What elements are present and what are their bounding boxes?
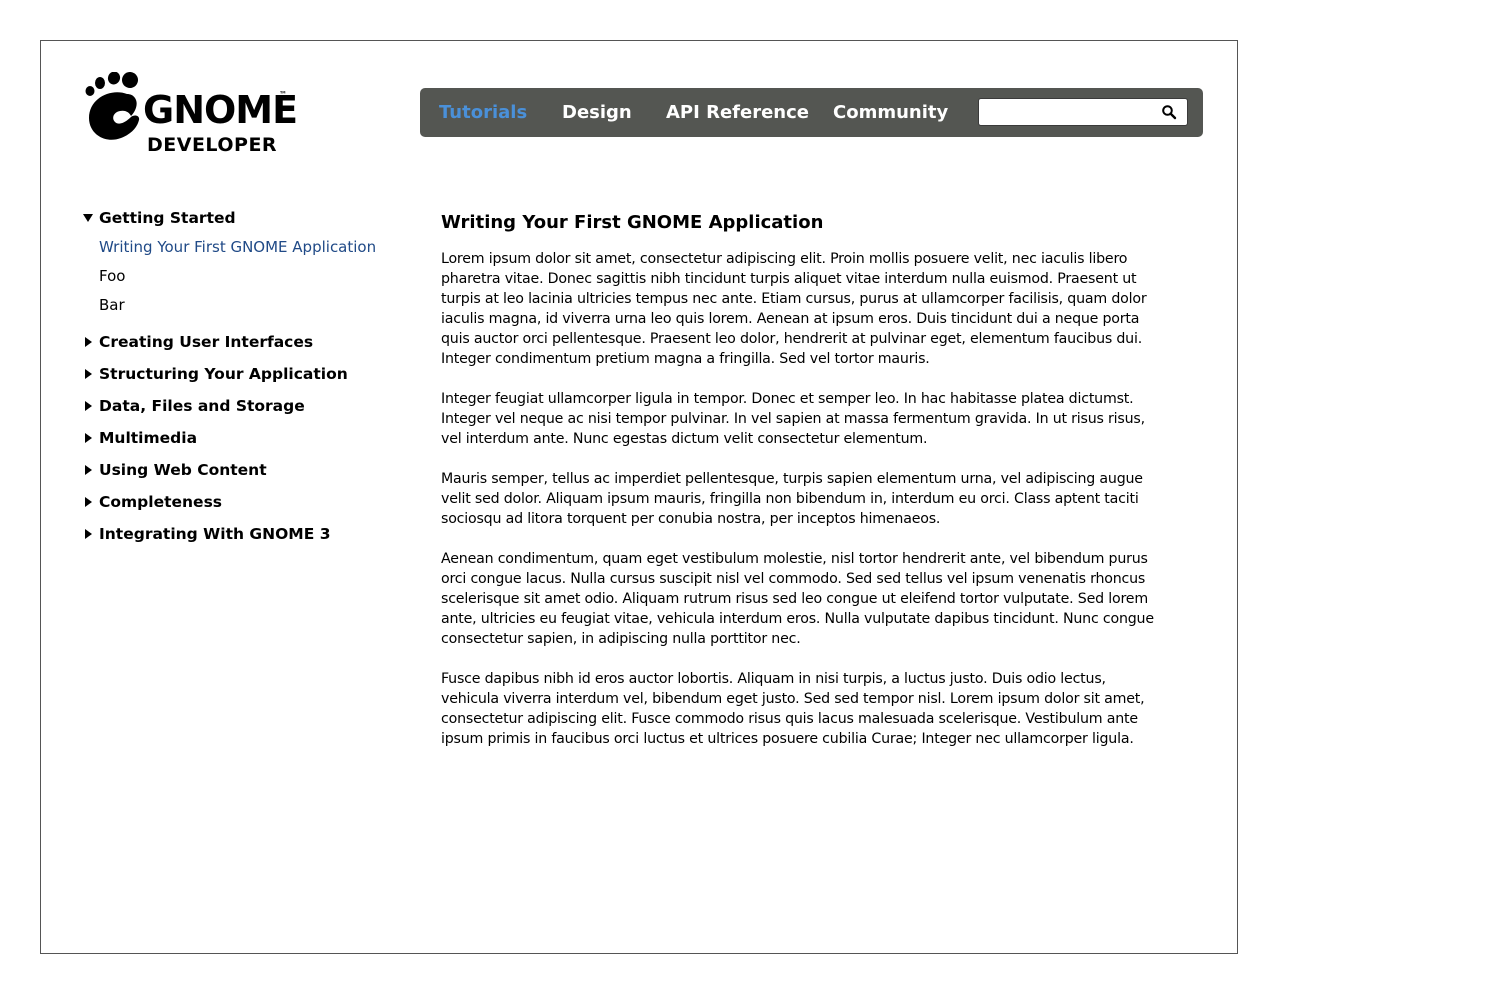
search-input[interactable]	[983, 101, 1153, 123]
logo-wordmark: GNOME	[143, 88, 298, 132]
logo-subtitle: DEVELOPER	[147, 134, 278, 156]
sidebar-section-label: Multimedia	[99, 429, 198, 447]
top-navigation-bar: Tutorials Design API Reference Community	[420, 88, 1203, 137]
paragraph: Lorem ipsum dolor sit amet, consectetur …	[441, 251, 1147, 367]
triangle-right-icon[interactable]	[82, 368, 94, 380]
triangle-right-icon[interactable]	[82, 496, 94, 508]
sidebar-item-foo[interactable]: Foo	[99, 265, 125, 287]
nav-community[interactable]: Community	[833, 88, 948, 137]
gnome-foot-icon	[85, 72, 140, 140]
search-icon[interactable]	[1161, 104, 1177, 120]
main-content: Writing Your First GNOME Application Lor…	[441, 210, 1166, 769]
paragraph: Mauris semper, tellus ac imperdiet pelle…	[441, 471, 1143, 527]
sidebar-section-label: Creating User Interfaces	[99, 333, 314, 351]
triangle-right-icon[interactable]	[82, 400, 94, 412]
sidebar-section-label: Using Web Content	[99, 461, 267, 479]
paragraph: Aenean condimentum, quam eget vestibulum…	[441, 551, 1154, 647]
page-title: Writing Your First GNOME Application	[441, 212, 824, 233]
nav-tutorials[interactable]: Tutorials	[439, 88, 527, 137]
sidebar-section-label: Integrating With GNOME 3	[99, 525, 331, 543]
logo-trademark: ™	[279, 90, 287, 99]
nav-api-reference[interactable]: API Reference	[666, 88, 809, 137]
sidebar-section-label: Getting Started	[99, 209, 236, 227]
search-box[interactable]	[978, 98, 1188, 126]
gnome-developer-logo[interactable]: GNOME ™ DEVELOPER	[83, 72, 303, 162]
triangle-down-icon[interactable]	[82, 212, 94, 224]
sidebar-section-label: Structuring Your Application	[99, 365, 348, 383]
sidebar-section-label: Data, Files and Storage	[99, 397, 305, 415]
sidebar-item-writing-first-app[interactable]: Writing Your First GNOME Application	[99, 236, 376, 258]
triangle-right-icon[interactable]	[82, 528, 94, 540]
triangle-right-icon[interactable]	[82, 336, 94, 348]
triangle-right-icon[interactable]	[82, 432, 94, 444]
paragraph: Fusce dapibus nibh id eros auctor lobort…	[441, 671, 1145, 747]
triangle-right-icon[interactable]	[82, 464, 94, 476]
nav-design[interactable]: Design	[562, 88, 632, 137]
sidebar-section-label: Completeness	[99, 493, 223, 511]
sidebar-item-bar[interactable]: Bar	[99, 294, 125, 316]
paragraph: Integer feugiat ullamcorper ligula in te…	[441, 391, 1145, 447]
